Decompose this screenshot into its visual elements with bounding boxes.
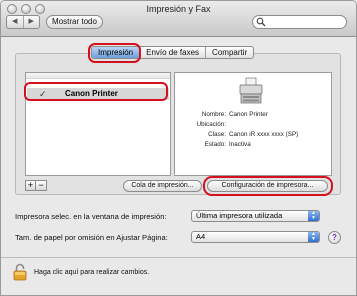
selected-printer-label: Impresora selec. en la ventana de impres…: [15, 212, 167, 221]
paper-size-select[interactable]: A4 ▲ ▼: [191, 231, 320, 243]
list-controls: + −: [25, 180, 47, 191]
printer-icon: [239, 77, 263, 104]
popup-arrows-icon: ▲ ▼: [308, 211, 319, 221]
forward-button[interactable]: ▶: [22, 16, 40, 28]
tab-bar: Impresión Envío de faxes Compartir: [91, 46, 255, 59]
printer-list[interactable]: ✓ Canon Printer: [25, 72, 171, 176]
status-value: Inactiva: [229, 141, 251, 148]
printer-info: Nombre: Canon Printer Ubicación: Clase: Ca…: [177, 110, 331, 150]
lock-icon[interactable]: [13, 263, 27, 281]
help-button[interactable]: ?: [328, 231, 341, 244]
printer-setup-button[interactable]: Configuración de impresora...: [207, 180, 328, 192]
name-value: Canon Printer: [229, 111, 268, 118]
tab-faxing[interactable]: Envío de faxes: [139, 47, 205, 58]
tab-printing[interactable]: Impresión: [92, 47, 140, 58]
lock-message: Haga clic aquí para realizar cambios.: [34, 269, 150, 276]
name-key: Nombre:: [201, 111, 226, 118]
default-checkmark-icon: ✓: [39, 89, 47, 99]
printer-row[interactable]: ✓ Canon Printer: [27, 88, 169, 100]
class-value: Canon iR xxxx xxxx (SP): [229, 131, 299, 138]
location-key: Ubicación:: [196, 121, 226, 128]
selected-printer-select[interactable]: Última impresora utilizada ▲ ▼: [191, 210, 320, 222]
navigation-buttons: ◀ ▶: [6, 15, 40, 29]
window-title: Impresión y Fax: [146, 4, 211, 14]
back-button[interactable]: ◀: [7, 16, 23, 28]
search-icon: [256, 17, 266, 27]
status-key: Estado:: [204, 141, 226, 148]
popup-arrows-icon: ▲ ▼: [308, 232, 319, 242]
class-key: Clase:: [208, 131, 226, 138]
list-header: [26, 73, 170, 79]
preferences-window: Impresión y Fax ◀ ▶ Mostrar todo Impresi…: [0, 0, 357, 296]
print-queue-button[interactable]: Cola de impresión...: [123, 180, 202, 192]
paper-size-label: Tam. de papel por omisión en Ajustar Pág…: [15, 233, 168, 242]
printer-details: Nombre: Canon Printer Ubicación: Clase: Ca…: [174, 72, 332, 176]
show-all-button[interactable]: Mostrar todo: [46, 15, 103, 29]
selected-printer-value: Última impresora utilizada: [196, 211, 283, 220]
tab-sharing[interactable]: Compartir: [205, 47, 253, 58]
titlebar: Impresión y Fax ◀ ▶ Mostrar todo: [1, 1, 356, 37]
search-input[interactable]: [252, 15, 347, 29]
remove-printer-button[interactable]: −: [36, 180, 47, 191]
printer-name: Canon Printer: [65, 89, 118, 98]
paper-size-value: A4: [196, 232, 206, 241]
footer-divider: [1, 257, 356, 258]
add-printer-button[interactable]: +: [25, 180, 36, 191]
